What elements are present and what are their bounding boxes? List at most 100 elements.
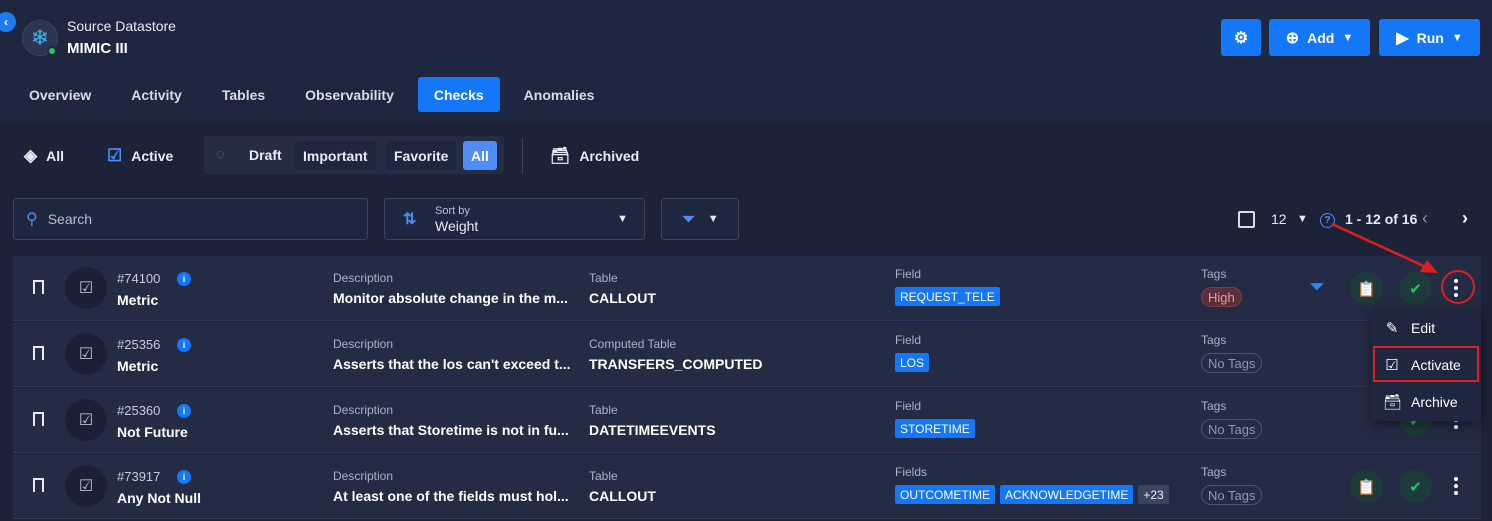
layers-icon: ◈ xyxy=(24,146,38,165)
menu-item-archive[interactable]: 🗃 Archive xyxy=(1371,385,1481,418)
collapse-sidebar-icon[interactable]: ‹ xyxy=(0,12,16,32)
add-button[interactable]: ⊕ Add ▼ xyxy=(1269,19,1370,56)
filter-all-label: All xyxy=(46,148,64,164)
sort-value: Weight xyxy=(435,218,479,234)
info-icon[interactable]: i xyxy=(177,338,191,352)
field-tag: LOS xyxy=(895,353,930,372)
info-icon[interactable]: i xyxy=(177,470,191,484)
run-button-label: Run xyxy=(1416,29,1444,46)
info-icon[interactable]: i xyxy=(177,272,191,286)
bookmark-icon[interactable] xyxy=(33,346,44,365)
next-page-icon[interactable]: › xyxy=(1462,208,1468,229)
chip-important[interactable]: Important xyxy=(295,141,376,170)
tab-tables[interactable]: Tables xyxy=(206,77,281,112)
check-type: Any Not Null xyxy=(117,490,201,506)
pencil-icon: ✎ xyxy=(1385,319,1399,337)
tags-label: Tags xyxy=(1201,399,1227,413)
menu-item-edit[interactable]: ✎ Edit xyxy=(1371,311,1481,344)
check-type-icon: ☑ xyxy=(65,333,107,375)
chevron-down-icon: ▼ xyxy=(1451,31,1463,44)
archive-icon: 🗃 xyxy=(1383,393,1403,411)
run-button[interactable]: ▶ Run ▼ xyxy=(1379,19,1480,56)
more-fields-badge[interactable]: +23 xyxy=(1138,485,1169,504)
connection-status-dot xyxy=(47,46,57,56)
tab-anomalies[interactable]: Anomalies xyxy=(508,77,611,112)
check-id: #25356 xyxy=(117,337,161,352)
field-tag: OUTCOMETIME xyxy=(895,485,995,504)
divider xyxy=(522,138,523,174)
check-type-icon: ☑ xyxy=(65,465,107,507)
chip-all[interactable]: All xyxy=(463,141,497,170)
field-tags: LOS xyxy=(895,353,930,372)
annotation-arrow xyxy=(1331,222,1438,273)
add-button-label: Add xyxy=(1307,29,1335,46)
description-value: At least one of the fields must hol... xyxy=(333,488,569,504)
check-id: #73917 xyxy=(117,469,161,484)
settings-button[interactable]: ⚙ xyxy=(1221,19,1261,56)
check-type: Not Future xyxy=(117,424,188,440)
field-tag: REQUEST_TELE xyxy=(895,287,1000,306)
table-value: CALLOUT xyxy=(589,488,656,504)
filter-button[interactable]: ⏷ ▼ xyxy=(661,198,739,240)
description-value: Asserts that Storetime is not in fu... xyxy=(333,422,569,438)
description-label: Description xyxy=(333,271,394,285)
bookmark-icon[interactable] xyxy=(33,412,44,431)
check-id: #74100 xyxy=(117,271,161,286)
check-type-icon: ☑ xyxy=(65,399,107,441)
tab-activity[interactable]: Activity xyxy=(115,77,198,112)
table-label: Computed Table xyxy=(589,337,677,351)
check-row[interactable]: ☑ #25360 i Not Future Description Assert… xyxy=(13,388,1481,453)
draft-filter-group: ◌ Draft Important Favorite All xyxy=(204,136,504,174)
status-filter-bar: ◈ All ☑ Active ◌ Draft Important Favorit… xyxy=(0,136,1492,176)
check-row[interactable]: ☑ #25356 i Metric Description Asserts th… xyxy=(13,322,1481,387)
field-label: Fields xyxy=(895,465,928,479)
bookmark-icon[interactable] xyxy=(33,478,44,497)
check-row[interactable]: ☑ #73917 i Any Not Null Description At l… xyxy=(13,454,1481,519)
chip-favorite[interactable]: Favorite xyxy=(386,141,457,170)
filter-all[interactable]: ◈ All xyxy=(24,136,64,176)
more-options-icon[interactable] xyxy=(1450,474,1462,498)
validate-button[interactable]: ✔ xyxy=(1399,470,1432,503)
highlight-box xyxy=(1373,346,1479,382)
tag-badge: No Tags xyxy=(1201,419,1263,439)
field-label: Field xyxy=(895,399,922,413)
check-type-icon: ☑ xyxy=(65,267,107,309)
draft-icon: ◌ xyxy=(216,146,225,163)
clipboard-check-button[interactable]: 📋 xyxy=(1350,470,1383,503)
datastore-tabs: Overview Activity Tables Observability C… xyxy=(13,77,618,112)
filter-archived[interactable]: 🗃 Archived xyxy=(550,136,639,176)
table-value: TRANSFERS_COMPUTED xyxy=(589,356,763,372)
page-header: ‹ ❄ Source Datastore MIMIC III ⚙ ⊕ Add ▼… xyxy=(0,0,1492,122)
info-icon[interactable]: i xyxy=(177,404,191,418)
datastore-kind: Source Datastore xyxy=(67,18,176,34)
table-label: Table xyxy=(589,469,618,483)
field-label: Field xyxy=(895,333,922,347)
play-circle-icon: ▶ xyxy=(1396,29,1409,47)
tab-checks[interactable]: Checks xyxy=(417,77,500,112)
search-input[interactable]: ⚲ Search xyxy=(13,198,368,240)
tab-observability[interactable]: Observability xyxy=(289,77,410,112)
search-icon: ⚲ xyxy=(26,211,38,228)
funnel-icon: ⏷ xyxy=(681,208,696,229)
chevron-down-icon: ▼ xyxy=(1342,31,1354,44)
archive-icon: 🗃 xyxy=(550,148,571,165)
table-value: CALLOUT xyxy=(589,290,656,306)
page-size-select[interactable]: 12 xyxy=(1271,211,1287,227)
sort-select[interactable]: ⇅ Sort by Weight ▼ xyxy=(384,198,645,240)
field-label: Field xyxy=(895,267,922,281)
menu-item-label: Edit xyxy=(1411,319,1436,336)
select-all-checkbox[interactable] xyxy=(1238,211,1255,228)
tab-overview[interactable]: Overview xyxy=(13,77,107,112)
check-type: Metric xyxy=(117,292,159,308)
menu-item-label: Archive xyxy=(1411,393,1458,410)
sort-icon: ⇅ xyxy=(403,211,417,228)
bookmark-icon[interactable] xyxy=(33,280,44,299)
filter-active-label: Active xyxy=(131,148,174,164)
description-label: Description xyxy=(333,403,394,417)
caret-down-icon[interactable]: ▼ xyxy=(1297,213,1308,225)
filter-draft-label[interactable]: Draft xyxy=(249,147,282,163)
search-placeholder: Search xyxy=(47,211,93,227)
check-row[interactable]: ☑ #74100 i Metric Description Monitor ab… xyxy=(13,256,1481,321)
table-label: Table xyxy=(589,403,618,417)
filter-active[interactable]: ☑ Active xyxy=(107,136,173,176)
